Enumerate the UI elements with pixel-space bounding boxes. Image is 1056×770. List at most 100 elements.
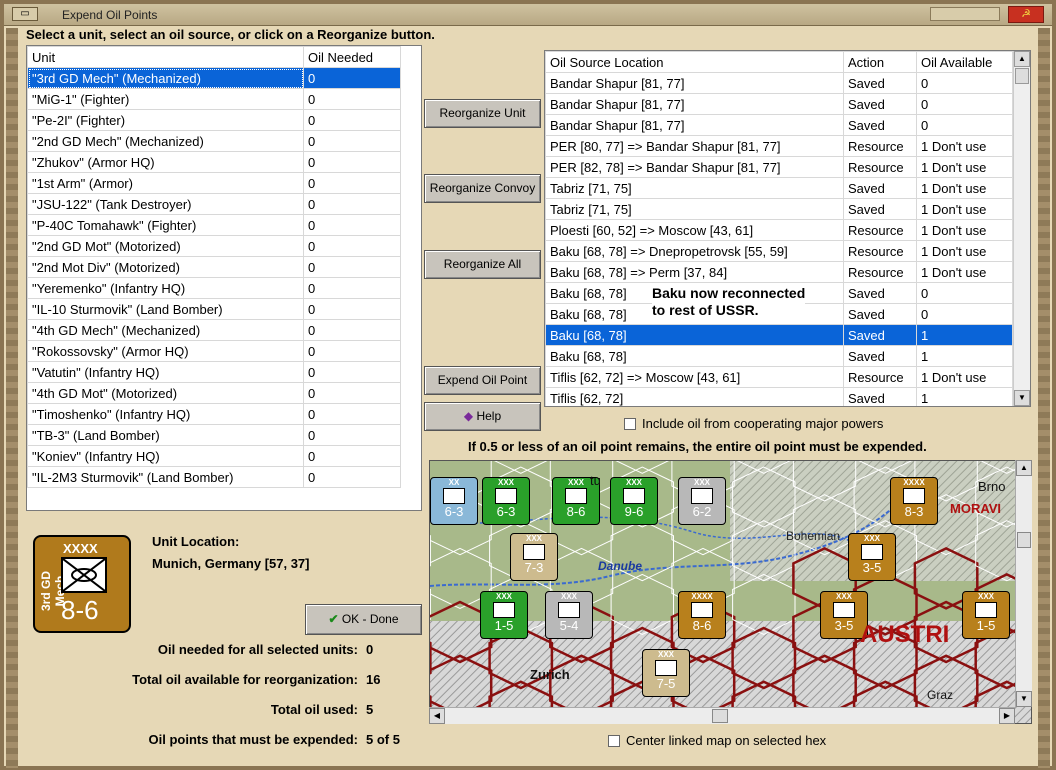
unit-name-cell[interactable]: "2nd Mot Div" (Motorized): [27, 256, 304, 278]
map-unit-counter[interactable]: XXXX 8-3: [890, 477, 938, 525]
oil-needed-cell[interactable]: 0: [303, 445, 401, 467]
map-scroll-down-icon[interactable]: ▼: [1016, 691, 1032, 707]
map-hscroll-thumb[interactable]: [712, 709, 728, 723]
oil-table-scrollbar[interactable]: ▲ ▼: [1013, 51, 1030, 406]
unit-table[interactable]: Unit Oil Needed "3rd GD Mech" (Mechanize…: [26, 45, 422, 511]
oil-needed-cell[interactable]: 0: [303, 172, 401, 194]
oil-action-cell[interactable]: Saved: [843, 345, 917, 367]
oil-needed-column-header[interactable]: Oil Needed: [303, 46, 401, 68]
map-unit-counter[interactable]: XXX 1-5: [962, 591, 1010, 639]
unit-name-cell[interactable]: "Timoshenko" (Infantry HQ): [27, 403, 304, 425]
oil-loc-cell[interactable]: PER [80, 77] => Bandar Shapur [81, 77]: [545, 135, 844, 157]
oil-needed-cell[interactable]: 0: [303, 88, 401, 110]
oil-action-cell[interactable]: Saved: [843, 303, 917, 325]
oil-needed-cell[interactable]: 0: [303, 382, 401, 404]
oil-loc-cell[interactable]: Bandar Shapur [81, 77]: [545, 72, 844, 94]
oil-loc-cell[interactable]: Tabriz [71, 75]: [545, 177, 844, 199]
map-unit-counter[interactable]: XXX 3-5: [848, 533, 896, 581]
oil-oil-cell[interactable]: 0: [916, 303, 1013, 325]
oil-action-cell[interactable]: Saved: [843, 72, 917, 94]
oil-loc-cell[interactable]: Baku [68, 78]: [545, 324, 844, 346]
unit-name-cell[interactable]: "Zhukov" (Armor HQ): [27, 151, 304, 173]
map-unit-counter[interactable]: XXX 6-2: [678, 477, 726, 525]
table-row[interactable]: PER [82, 78] => Bandar Shapur [81, 77] Re…: [545, 156, 1013, 178]
unit-column-header[interactable]: Unit: [27, 46, 304, 68]
table-row[interactable]: Baku [68, 78] => Perm [37, 84] Resource 1 …: [545, 261, 1013, 283]
table-row[interactable]: PER [80, 77] => Bandar Shapur [81, 77] Re…: [545, 135, 1013, 157]
help-button[interactable]: ◆ Help: [424, 402, 541, 431]
unit-name-cell[interactable]: "Pe-2I" (Fighter): [27, 109, 304, 131]
map-unit-counter[interactable]: XXX 9-6: [610, 477, 658, 525]
scroll-down-arrow-icon[interactable]: ▼: [1014, 390, 1030, 406]
unit-name-cell[interactable]: "TB-3" (Land Bomber): [27, 424, 304, 446]
oil-action-cell[interactable]: Saved: [843, 93, 917, 115]
oil-action-cell[interactable]: Saved: [843, 324, 917, 346]
oil-oil-cell[interactable]: 1 Don't use: [916, 240, 1013, 262]
oil-oil-cell[interactable]: 0: [916, 72, 1013, 94]
oil-oil-cell[interactable]: 1: [916, 345, 1013, 367]
table-row[interactable]: "3rd GD Mech" (Mechanized) 0: [27, 67, 401, 89]
oil-action-cell[interactable]: Resource: [843, 219, 917, 241]
include-cooperating-checkbox[interactable]: Include oil from cooperating major power…: [624, 416, 883, 431]
unit-name-cell[interactable]: "Rokossovsky" (Armor HQ): [27, 340, 304, 362]
map-scroll-right-icon[interactable]: ▶: [999, 708, 1015, 724]
linked-map[interactable]: XXX 6-3 XXX 8-6 XXX 9-6 XXX 6-2 XXXX 8-3 XXX 7-3 XXX…: [429, 460, 1032, 724]
oil-oil-cell[interactable]: 1: [916, 387, 1013, 406]
table-row[interactable]: "4th GD Mech" (Mechanized) 0: [27, 319, 401, 341]
unit-name-cell[interactable]: "IL-2M3 Sturmovik" (Land Bomber): [27, 466, 304, 488]
unit-name-cell[interactable]: "4th GD Mech" (Mechanized): [27, 319, 304, 341]
unit-name-cell[interactable]: "Koniev" (Infantry HQ): [27, 445, 304, 467]
oil-needed-cell[interactable]: 0: [303, 403, 401, 425]
scroll-thumb[interactable]: [1015, 68, 1029, 84]
oil-action-cell[interactable]: Resource: [843, 156, 917, 178]
scroll-up-arrow-icon[interactable]: ▲: [1014, 51, 1030, 67]
close-button[interactable]: ☭: [1008, 6, 1044, 23]
unit-name-cell[interactable]: "Yeremenko" (Infantry HQ): [27, 277, 304, 299]
table-row[interactable]: "JSU-122" (Tank Destroyer) 0: [27, 193, 401, 215]
unit-name-cell[interactable]: "P-40C Tomahawk" (Fighter): [27, 214, 304, 236]
map-horizontal-scrollbar[interactable]: ◀ ▶: [429, 707, 1015, 724]
center-map-checkbox-box[interactable]: [608, 735, 620, 747]
oil-loc-cell[interactable]: Bandar Shapur [81, 77]: [545, 93, 844, 115]
oil-needed-cell[interactable]: 0: [303, 235, 401, 257]
map-unit-counter[interactable]: XX 6-3: [430, 477, 478, 525]
map-unit-counter[interactable]: XXXX 8-6: [678, 591, 726, 639]
oil-action-cell[interactable]: Saved: [843, 114, 917, 136]
oil-source-table[interactable]: Oil Source Location Action Oil Available…: [544, 50, 1031, 407]
map-unit-counter[interactable]: XXX 7-5: [642, 649, 690, 697]
oil-needed-cell[interactable]: 0: [303, 67, 401, 89]
unit-name-cell[interactable]: "JSU-122" (Tank Destroyer): [27, 193, 304, 215]
table-row[interactable]: "Koniev" (Infantry HQ) 0: [27, 445, 401, 467]
table-row[interactable]: "Yeremenko" (Infantry HQ) 0: [27, 277, 401, 299]
oil-needed-cell[interactable]: 0: [303, 361, 401, 383]
reorganize-convoy-button[interactable]: Reorganize Convoy: [424, 174, 541, 203]
oil-action-cell[interactable]: Resource: [843, 366, 917, 388]
oil-action-cell[interactable]: Saved: [843, 198, 917, 220]
checkbox-box[interactable]: [624, 418, 636, 430]
expend-oil-point-button[interactable]: Expend Oil Point: [424, 366, 541, 395]
oil-oil-cell[interactable]: 1: [916, 324, 1013, 346]
action-column-header[interactable]: Action: [843, 51, 917, 73]
center-map-checkbox[interactable]: Center linked map on selected hex: [608, 733, 826, 748]
oil-loc-cell[interactable]: Tabriz [71, 75]: [545, 198, 844, 220]
oil-loc-cell[interactable]: PER [82, 78] => Bandar Shapur [81, 77]: [545, 156, 844, 178]
table-row[interactable]: Tabriz [71, 75] Saved 1 Don't use: [545, 198, 1013, 220]
oil-needed-cell[interactable]: 0: [303, 319, 401, 341]
oil-loc-cell[interactable]: Ploesti [60, 52] => Moscow [43, 61]: [545, 219, 844, 241]
oil-loc-cell[interactable]: Tiflis [62, 72] => Moscow [43, 61]: [545, 366, 844, 388]
ok-done-button[interactable]: ✔ OK - Done: [305, 604, 422, 635]
oil-oil-cell[interactable]: 1 Don't use: [916, 219, 1013, 241]
table-row[interactable]: "IL-2M3 Sturmovik" (Land Bomber) 0: [27, 466, 401, 488]
map-scroll-left-icon[interactable]: ◀: [429, 708, 445, 724]
oil-loc-cell[interactable]: Tiflis [62, 72]: [545, 387, 844, 406]
oil-oil-cell[interactable]: 1 Don't use: [916, 156, 1013, 178]
table-row[interactable]: Baku [68, 78] => Dnepropetrovsk [55, 59]…: [545, 240, 1013, 262]
oil-action-cell[interactable]: Saved: [843, 387, 917, 406]
table-row[interactable]: "Pe-2I" (Fighter) 0: [27, 109, 401, 131]
unit-name-cell[interactable]: "1st Arm" (Armor): [27, 172, 304, 194]
table-row[interactable]: "TB-3" (Land Bomber) 0: [27, 424, 401, 446]
oil-needed-cell[interactable]: 0: [303, 466, 401, 488]
table-row[interactable]: Baku [68, 78] Saved 1: [545, 345, 1013, 367]
table-row[interactable]: "2nd GD Mot" (Motorized) 0: [27, 235, 401, 257]
oil-needed-cell[interactable]: 0: [303, 130, 401, 152]
